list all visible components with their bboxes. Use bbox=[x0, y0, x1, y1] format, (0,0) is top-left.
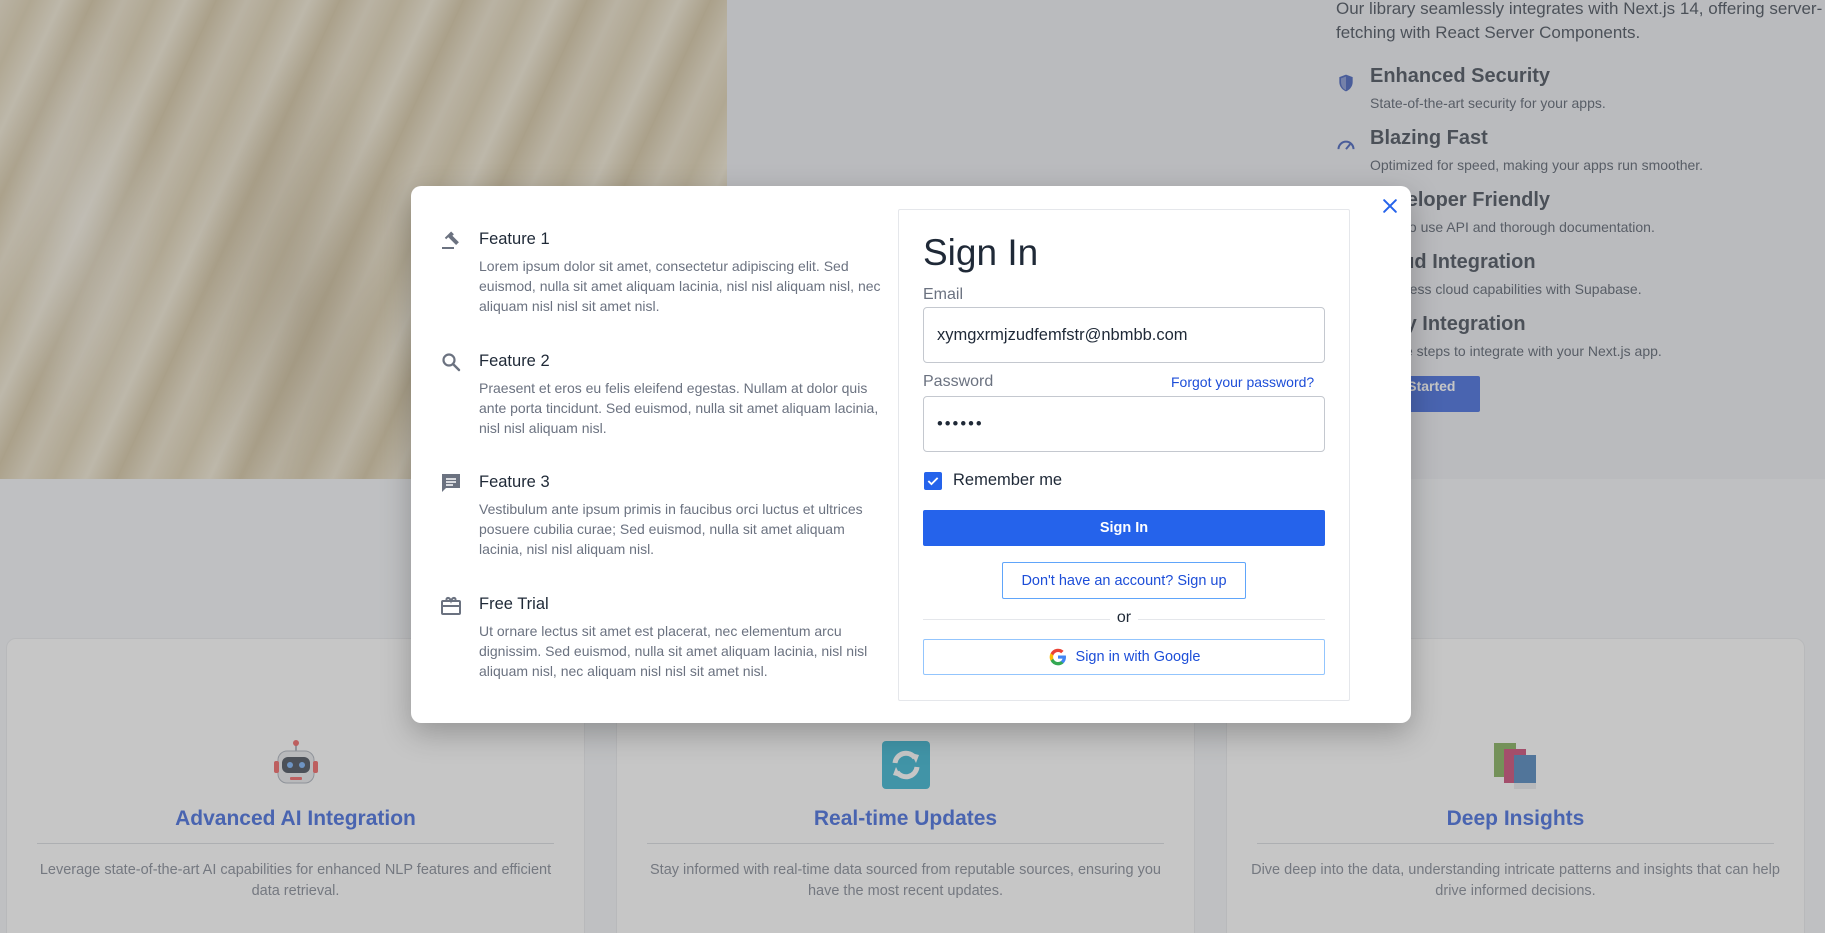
password-field[interactable] bbox=[923, 396, 1325, 452]
chat-icon bbox=[439, 471, 463, 495]
divider-left bbox=[923, 619, 1110, 620]
google-icon bbox=[1049, 648, 1066, 666]
signin-button[interactable]: Sign In bbox=[923, 510, 1325, 546]
email-field[interactable] bbox=[923, 307, 1325, 363]
forgot-password-link[interactable]: Forgot your password? bbox=[1171, 374, 1314, 390]
signup-button[interactable]: Don't have an account? Sign up bbox=[1002, 562, 1246, 599]
close-icon bbox=[1383, 199, 1397, 213]
close-button[interactable] bbox=[1378, 194, 1402, 218]
signin-panel bbox=[898, 209, 1350, 701]
google-signin-label: Sign in with Google bbox=[1075, 649, 1201, 665]
signin-title: Sign In bbox=[923, 232, 1039, 273]
google-signin-button[interactable]: Sign in with Google bbox=[923, 639, 1325, 675]
check-icon bbox=[927, 477, 939, 486]
gift-icon bbox=[439, 593, 463, 617]
remember-me-label[interactable]: Remember me bbox=[953, 471, 1062, 490]
email-label: Email bbox=[923, 286, 964, 303]
search-icon bbox=[439, 350, 463, 374]
or-label: or bbox=[1116, 609, 1132, 626]
gavel-icon bbox=[439, 228, 463, 252]
remember-me-checkbox[interactable] bbox=[924, 472, 942, 490]
divider-right bbox=[1138, 619, 1325, 620]
password-label: Password bbox=[923, 373, 994, 390]
